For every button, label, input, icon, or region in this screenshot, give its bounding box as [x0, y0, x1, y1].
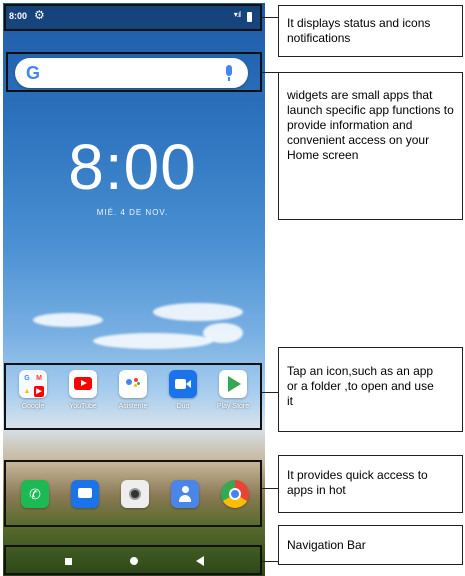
connector-line	[262, 17, 278, 18]
annotation-nav-text: Navigation Bar	[287, 538, 366, 552]
status-bar-frame	[4, 4, 262, 31]
cloud	[203, 323, 243, 343]
hotseat-frame	[4, 460, 262, 527]
annotation-hotseat-text: It provides quick access to apps in hot	[287, 468, 428, 497]
annotation-nav: Navigation Bar	[278, 525, 463, 565]
nav-bar-frame	[4, 545, 262, 575]
connector-line	[262, 488, 278, 489]
annotation-status: It displays status and icons notificatio…	[278, 5, 463, 57]
clock-widget-date[interactable]: MIÉ. 4 DE NOV.	[0, 208, 265, 217]
cloud	[93, 333, 213, 349]
connector-line	[262, 72, 278, 73]
widget-frame	[6, 52, 262, 92]
clock-widget-time[interactable]: 8:00	[0, 130, 265, 204]
annotation-widgets-text: widgets are small apps that launch speci…	[287, 88, 454, 162]
annotation-hotseat: It provides quick access to apps in hot	[278, 455, 463, 513]
cloud	[153, 303, 243, 321]
apps-frame	[4, 363, 262, 430]
connector-line	[262, 561, 278, 562]
annotation-widgets: widgets are small apps that launch speci…	[278, 72, 463, 220]
annotation-status-text: It displays status and icons notificatio…	[287, 16, 431, 45]
annotation-apps: Tap an icon,such as an app or a folder ,…	[278, 347, 463, 432]
cloud	[33, 313, 103, 327]
connector-line	[262, 392, 278, 393]
annotation-apps-text: Tap an icon,such as an app or a folder ,…	[287, 364, 434, 408]
